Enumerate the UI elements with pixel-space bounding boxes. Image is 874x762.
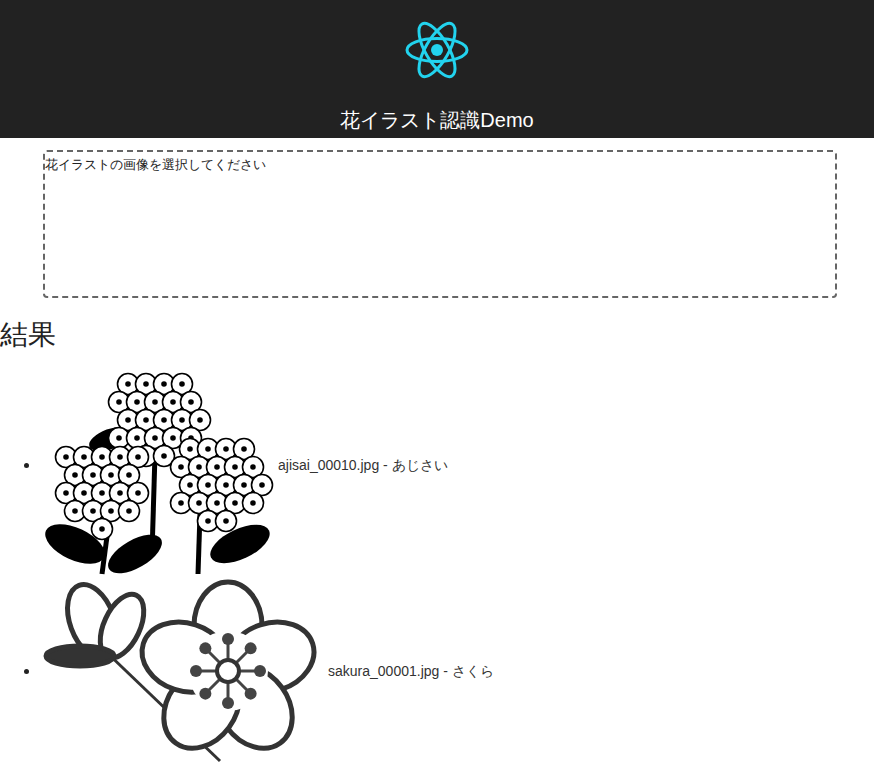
result-text: ajisai_00010.jpg - あじさい (278, 455, 448, 476)
react-logo-icon (402, 15, 472, 85)
hydrangea-image-icon (40, 354, 275, 576)
page: 花イラスト認識Demo花イラストの画像を選択してください結果ajisai_000… (0, 0, 874, 762)
dropzone-text: 花イラストの画像を選択してください (45, 157, 266, 172)
header: 花イラスト認識Demo (0, 0, 874, 138)
dropzone[interactable]: 花イラストの画像を選択してください (43, 150, 837, 298)
result-text: sakura_00001.jpg - さくら (328, 661, 494, 682)
results-heading: 結果 (0, 318, 874, 352)
results-list: ajisai_00010.jpg - あじさい sakura_00001.jpg … (0, 354, 874, 762)
result-item: ajisai_00010.jpg - あじさい (0, 354, 874, 576)
app-title: 花イラスト認識Demo (340, 108, 533, 132)
bullet (24, 669, 29, 674)
bullet (24, 463, 29, 468)
cherry-blossom-image-icon (40, 576, 325, 762)
result-item: sakura_00001.jpg - さくら (0, 576, 874, 762)
